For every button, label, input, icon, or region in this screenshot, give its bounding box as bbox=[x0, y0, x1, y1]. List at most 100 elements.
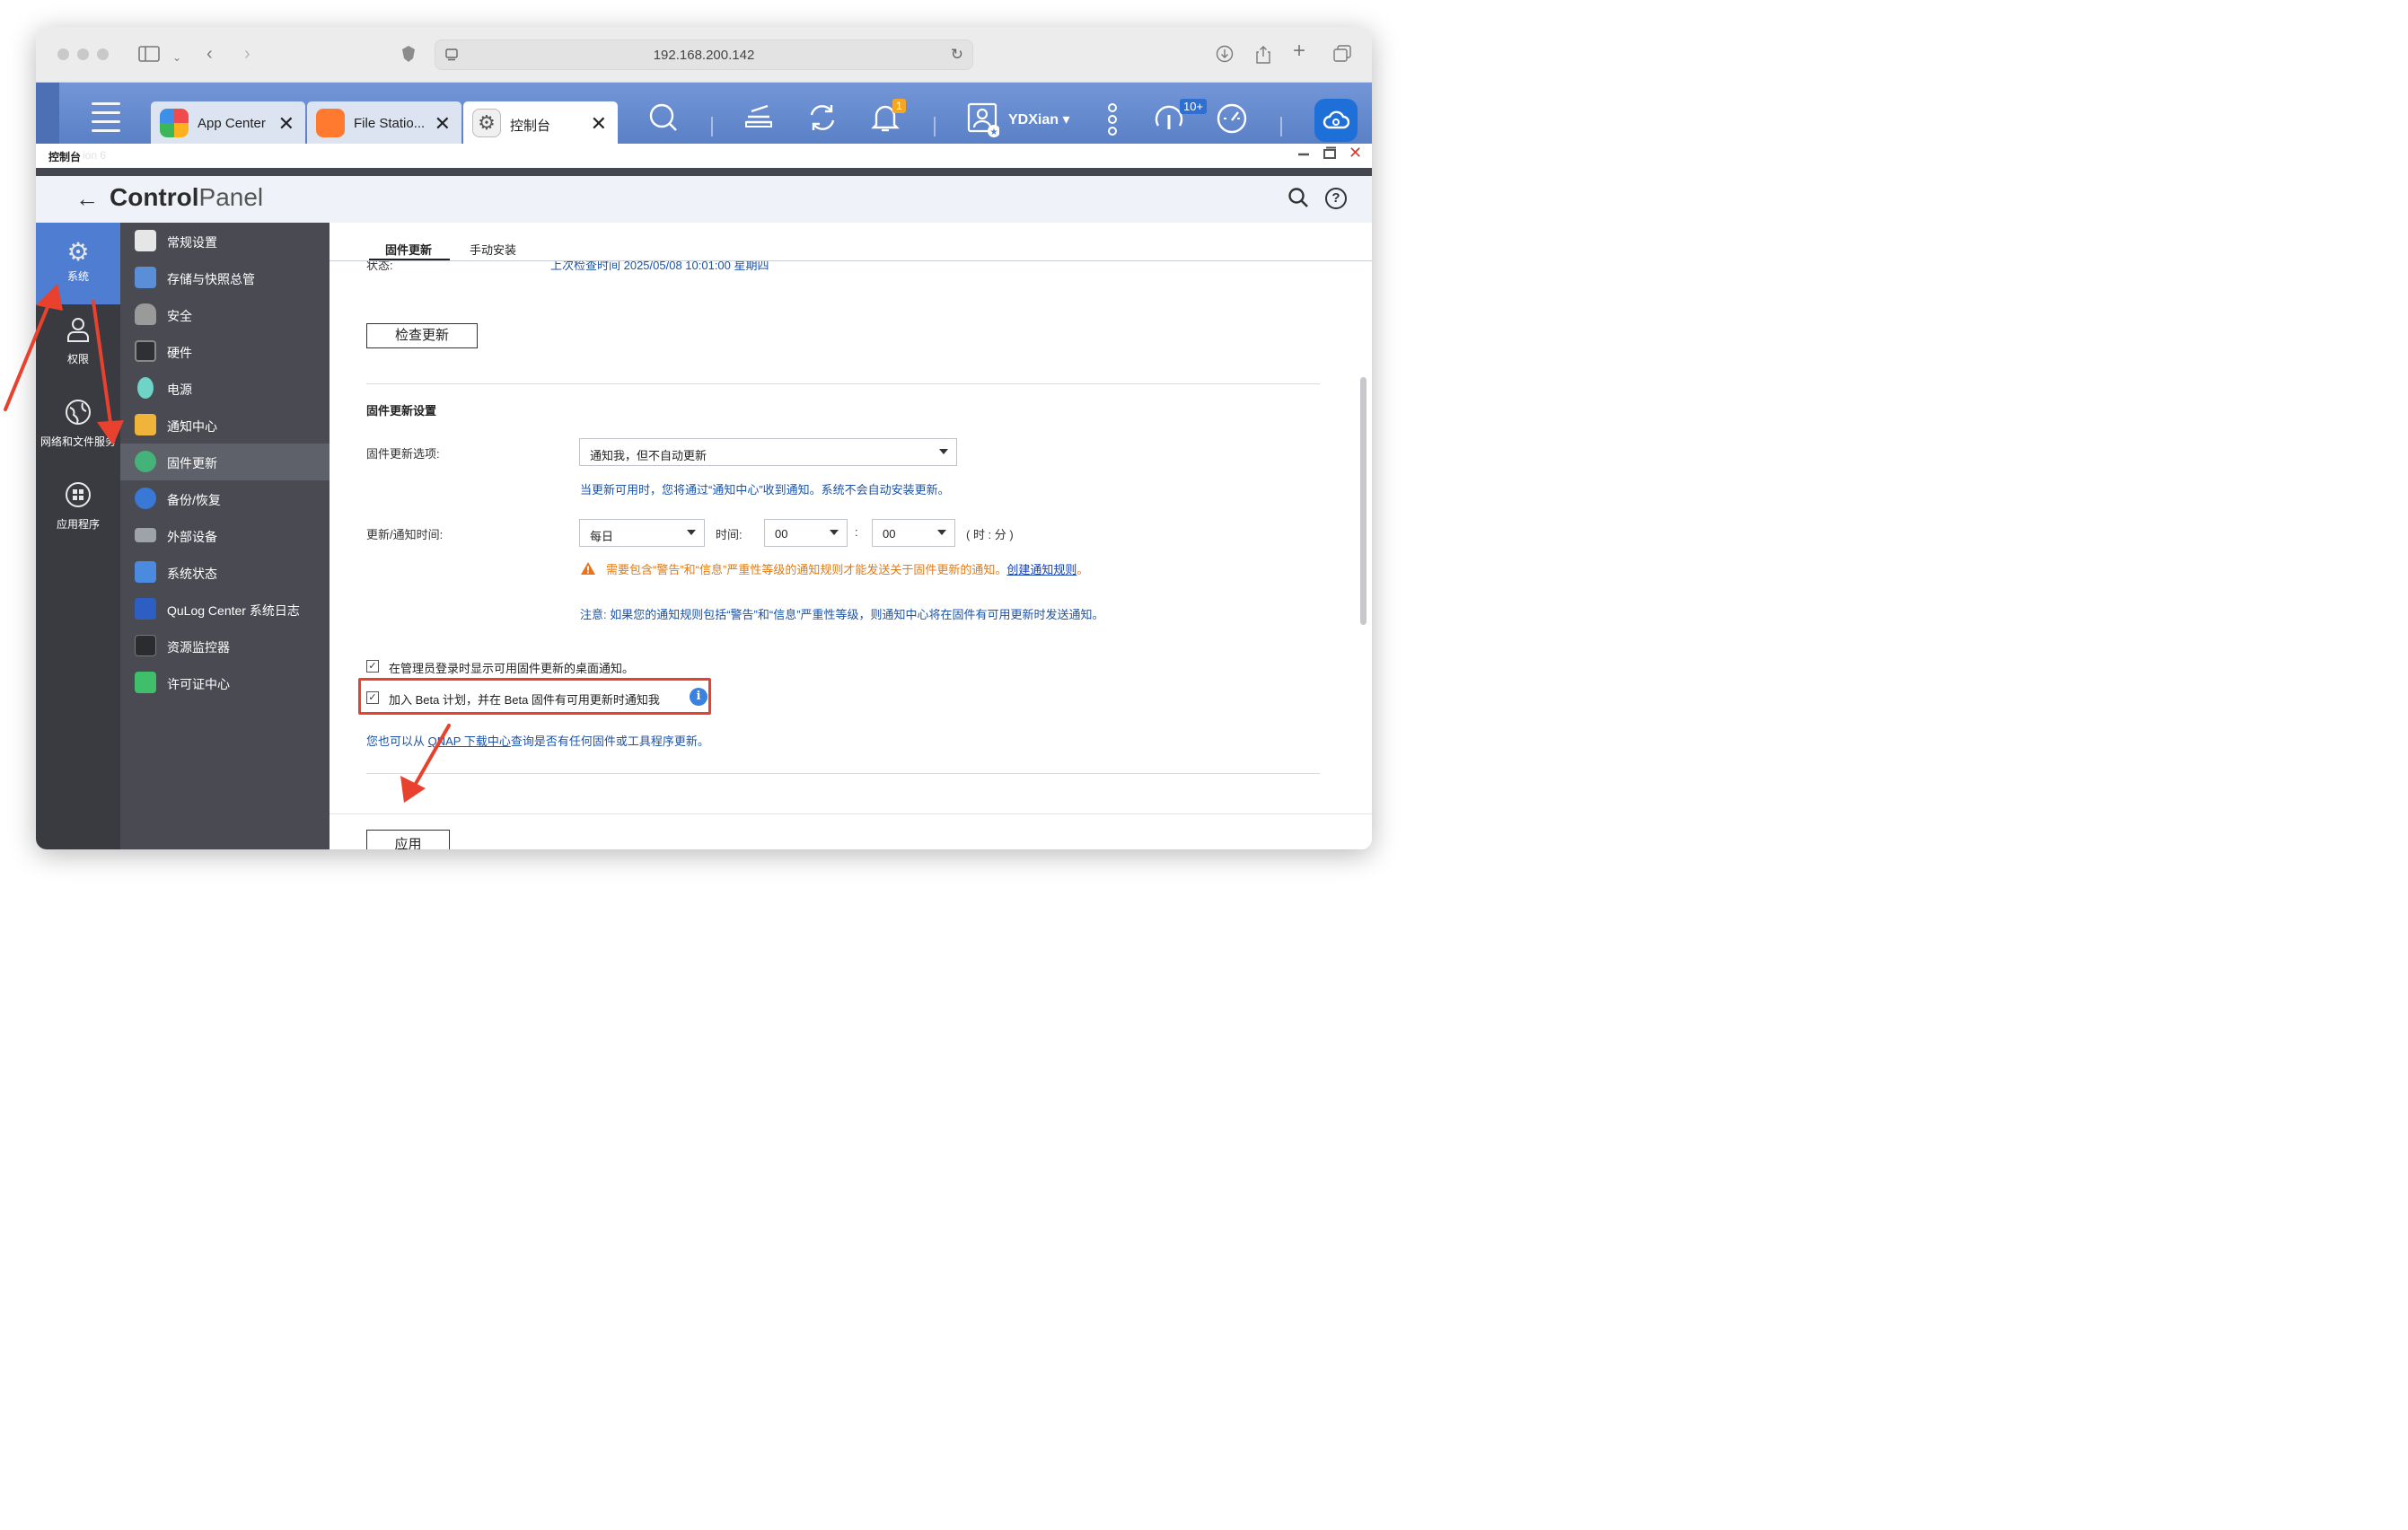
close-icon[interactable]: ✕ bbox=[1349, 144, 1362, 163]
menu-item-system-status[interactable]: 系统状态 bbox=[120, 554, 330, 591]
window-title: 控制台 bbox=[48, 151, 82, 163]
resource-gauge-icon[interactable] bbox=[1216, 102, 1248, 138]
menu-item-power[interactable]: 电源 bbox=[120, 370, 330, 407]
time-unit: ( 时 : 分 ) bbox=[966, 528, 1014, 541]
tab-overview-icon[interactable] bbox=[1332, 45, 1352, 66]
create-rule-link[interactable]: 创建通知规则 bbox=[1006, 563, 1077, 576]
close-icon[interactable]: ✕ bbox=[591, 112, 607, 136]
menu-item-security[interactable]: 安全 bbox=[120, 296, 330, 333]
tab-firmware-update[interactable]: 固件更新 bbox=[385, 241, 432, 258]
storage-icon bbox=[135, 267, 156, 288]
menu-item-backup[interactable]: 备份/恢复 bbox=[120, 480, 330, 517]
more-options-icon[interactable] bbox=[1106, 102, 1119, 140]
reload-icon[interactable]: ↻ bbox=[951, 46, 963, 64]
user-name[interactable]: YDXian ▾ bbox=[1008, 110, 1070, 128]
note-text: 注意: 如果您的通知规则包括“警告”和“信息”严重性等级，则通知中心将在固件有可… bbox=[580, 608, 1104, 621]
menu-item-notification[interactable]: 通知中心 bbox=[120, 407, 330, 444]
help-icon[interactable]: ? bbox=[1325, 188, 1347, 209]
notification-icon bbox=[135, 414, 156, 435]
rail-item-label: 应用程序 bbox=[56, 518, 100, 531]
share-icon[interactable] bbox=[1255, 45, 1271, 68]
rail-item-network[interactable]: 网络和文件服务 bbox=[36, 399, 120, 470]
download-icon[interactable] bbox=[1216, 45, 1234, 66]
rail-item-applications[interactable]: 应用程序 bbox=[36, 481, 120, 544]
tab-control-panel[interactable]: ⚙ 控制台 ✕ bbox=[463, 101, 618, 144]
minimize-icon[interactable] bbox=[1297, 146, 1310, 163]
sync-icon[interactable] bbox=[806, 102, 839, 136]
scroll-area[interactable]: 状态: 上次检查时间 2025/05/08 10:01:00 星期四 检查更新 … bbox=[330, 261, 1372, 813]
frequency-select[interactable]: 每日 bbox=[579, 519, 705, 547]
external-device-icon bbox=[135, 528, 156, 542]
menu-item-qulog[interactable]: QuLog Center 系统日志 bbox=[120, 591, 330, 628]
rail-item-label: 权限 bbox=[66, 353, 89, 365]
zoom-window-button[interactable] bbox=[97, 48, 109, 60]
menu-item-general[interactable]: 常规设置 bbox=[120, 223, 330, 259]
check-update-button[interactable]: 检查更新 bbox=[366, 323, 478, 348]
address-bar[interactable]: 192.168.200.142 ↻ bbox=[435, 40, 973, 70]
menu-item-storage[interactable]: 存储与快照总管 bbox=[120, 259, 330, 296]
tab-app-center[interactable]: App Center ✕ bbox=[151, 101, 305, 144]
sidebar-icon[interactable] bbox=[138, 45, 160, 66]
close-icon[interactable]: ✕ bbox=[435, 112, 451, 136]
search-icon[interactable] bbox=[648, 102, 679, 136]
main-menu-icon[interactable] bbox=[92, 102, 120, 138]
forward-icon[interactable]: › bbox=[244, 45, 250, 63]
tab-manual-install[interactable]: 手动安装 bbox=[470, 241, 516, 258]
background-tasks-icon[interactable] bbox=[743, 102, 774, 133]
privacy-shield-icon[interactable] bbox=[400, 45, 417, 66]
firmware-update-panel: 固件更新 手动安装 状态: 上次检查时间 2025/05/08 10:01:00… bbox=[330, 223, 1372, 849]
activity-icon bbox=[135, 635, 156, 656]
minute-select[interactable]: 00 bbox=[872, 519, 955, 547]
cloud-icon[interactable] bbox=[1314, 99, 1358, 142]
rail-item-label: 系统 bbox=[66, 270, 89, 283]
chevron-down-icon bbox=[937, 530, 946, 535]
footer-bar: 应用 bbox=[330, 813, 1372, 849]
hardware-icon bbox=[135, 340, 156, 362]
url-text: 192.168.200.142 bbox=[653, 48, 755, 63]
new-tab-icon[interactable]: + bbox=[1293, 40, 1305, 62]
menu-item-external-device[interactable]: 外部设备 bbox=[120, 517, 330, 554]
settings-icon bbox=[135, 230, 156, 251]
menu-item-firmware-update[interactable]: 固件更新 bbox=[120, 444, 330, 480]
control-panel-header: ← ControlPanel ? bbox=[36, 176, 1372, 223]
user-icon[interactable]: ★ bbox=[967, 102, 1000, 142]
time-colon: : bbox=[855, 525, 858, 539]
separator bbox=[1280, 117, 1282, 136]
download-center-link[interactable]: QNAP 下载中心 bbox=[428, 734, 511, 748]
section-divider bbox=[366, 383, 1320, 384]
back-icon[interactable]: ‹ bbox=[207, 45, 213, 63]
minimize-window-button[interactable] bbox=[77, 48, 89, 60]
search-icon[interactable] bbox=[1287, 187, 1309, 214]
resource-badge: 10+ bbox=[1180, 99, 1208, 114]
svg-text:★: ★ bbox=[990, 128, 998, 137]
menu-item-license[interactable]: 许可证中心 bbox=[120, 664, 330, 701]
tab-label: App Center bbox=[198, 116, 266, 131]
control-panel-title: ControlPanel bbox=[110, 183, 264, 211]
separator bbox=[711, 117, 713, 136]
window-caption: 控制台 ion 6 ✕ bbox=[36, 144, 1372, 168]
folder-icon bbox=[316, 109, 345, 137]
category-rail: ⚙ 系统 权限 网络和文件服务 应用程序 bbox=[36, 223, 120, 849]
update-option-hint: 当更新可用时，您将通过“通知中心”收到通知。系统不会自动安装更新。 bbox=[580, 483, 950, 497]
rail-item-privilege[interactable]: 权限 bbox=[36, 316, 120, 381]
hour-select[interactable]: 00 bbox=[764, 519, 848, 547]
chevron-down-icon[interactable]: ⌄ bbox=[172, 48, 181, 66]
title-divider bbox=[36, 168, 1372, 176]
apply-button[interactable]: 应用 bbox=[366, 830, 450, 849]
restore-icon[interactable] bbox=[1323, 146, 1337, 163]
update-option-select[interactable]: 通知我，但不自动更新 bbox=[579, 438, 957, 466]
scrollbar[interactable] bbox=[1360, 377, 1367, 625]
desktop-notify-checkbox[interactable]: ✓ bbox=[366, 660, 379, 673]
rail-item-system[interactable]: ⚙ 系统 bbox=[36, 223, 120, 304]
user-icon bbox=[36, 316, 120, 349]
chevron-down-icon bbox=[830, 530, 839, 535]
menu-item-hardware[interactable]: 硬件 bbox=[120, 333, 330, 370]
tab-file-station[interactable]: File Statio... ✕ bbox=[307, 101, 461, 144]
close-icon[interactable]: ✕ bbox=[278, 112, 294, 136]
section-title: 固件更新设置 bbox=[366, 404, 437, 418]
close-window-button[interactable] bbox=[57, 48, 69, 60]
back-arrow-icon[interactable]: ← bbox=[75, 185, 99, 213]
power-bulb-icon bbox=[137, 377, 154, 399]
warning-icon bbox=[581, 562, 595, 575]
menu-item-resource-monitor[interactable]: 资源监控器 bbox=[120, 628, 330, 664]
